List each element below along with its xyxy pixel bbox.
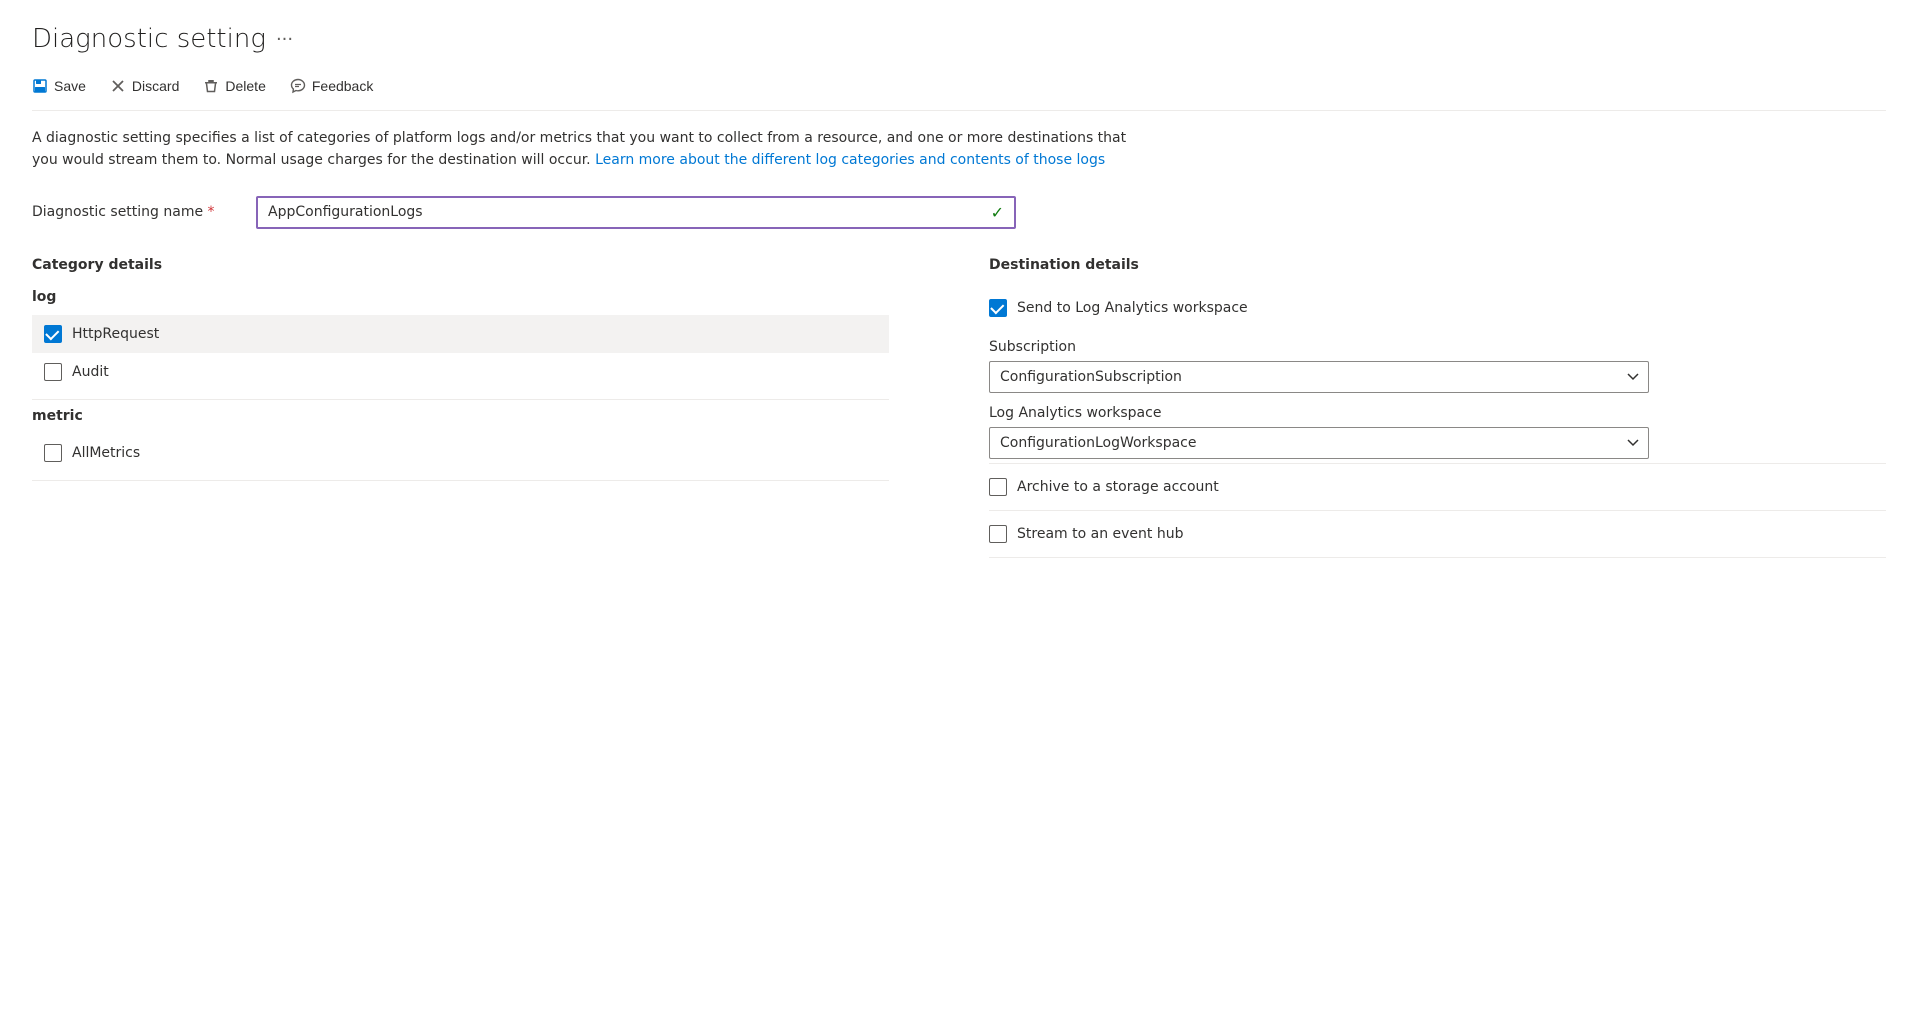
log-analytics-label: Send to Log Analytics workspace: [1017, 300, 1248, 316]
delete-button[interactable]: Delete: [203, 74, 265, 98]
setting-name-input[interactable]: [268, 204, 983, 220]
save-label: Save: [54, 78, 86, 94]
storage-account-row: Archive to a storage account: [989, 468, 1886, 506]
subscription-label: Subscription: [989, 339, 1886, 355]
workspace-select-wrapper: ConfigurationLogWorkspace: [989, 427, 1649, 459]
storage-account-item: Archive to a storage account: [989, 468, 1886, 506]
log-analytics-checkbox[interactable]: [989, 299, 1007, 317]
httprequest-checkbox[interactable]: [44, 325, 62, 343]
log-analytics-row: Send to Log Analytics workspace: [989, 289, 1886, 327]
workspace-select[interactable]: ConfigurationLogWorkspace: [989, 427, 1649, 459]
audit-label: Audit: [72, 364, 109, 380]
input-valid-icon: ✓: [991, 203, 1004, 222]
setting-name-row: Diagnostic setting name * ✓: [32, 196, 1886, 229]
delete-label: Delete: [225, 78, 265, 94]
setting-name-label: Diagnostic setting name *: [32, 204, 232, 220]
audit-checkbox[interactable]: [44, 363, 62, 381]
event-hub-item: Stream to an event hub: [989, 515, 1886, 553]
log-group-label: log: [32, 289, 889, 305]
allmetrics-label: AllMetrics: [72, 445, 140, 461]
dest-divider-1: [989, 463, 1886, 464]
audit-row: Audit: [32, 353, 889, 391]
subscription-select[interactable]: ConfigurationSubscription: [989, 361, 1649, 393]
delete-icon: [203, 78, 219, 94]
event-hub-checkbox[interactable]: [989, 525, 1007, 543]
save-button[interactable]: Save: [32, 74, 86, 98]
save-icon: [32, 78, 48, 94]
httprequest-row: HttpRequest: [32, 315, 889, 353]
log-analytics-item: Send to Log Analytics workspace Subscrip…: [989, 289, 1886, 459]
dest-divider-2: [989, 510, 1886, 511]
event-hub-label: Stream to an event hub: [1017, 526, 1183, 542]
httprequest-label: HttpRequest: [72, 326, 159, 342]
destination-details-title: Destination details: [989, 257, 1886, 273]
required-indicator: *: [208, 204, 215, 220]
discard-icon: [110, 78, 126, 94]
workspace-label: Log Analytics workspace: [989, 405, 1886, 421]
metric-group-label: metric: [32, 408, 889, 424]
page-title: Diagnostic setting: [32, 24, 266, 54]
main-content: Category details log HttpRequest Audit m…: [32, 257, 1886, 562]
toolbar: Save Discard Delete Feedback: [32, 74, 1886, 111]
dest-divider-3: [989, 557, 1886, 558]
feedback-icon: [290, 78, 306, 94]
destination-details-section: Destination details Send to Log Analytic…: [989, 257, 1886, 562]
subscription-select-wrapper: ConfigurationSubscription: [989, 361, 1649, 393]
description-link[interactable]: Learn more about the different log categ…: [595, 152, 1105, 168]
metric-end-divider: [32, 480, 889, 481]
page-title-ellipsis: ···: [276, 29, 293, 50]
feedback-button[interactable]: Feedback: [290, 74, 373, 98]
discard-label: Discard: [132, 78, 179, 94]
discard-button[interactable]: Discard: [110, 74, 179, 98]
allmetrics-checkbox[interactable]: [44, 444, 62, 462]
description: A diagnostic setting specifies a list of…: [32, 127, 1132, 172]
log-metric-divider: [32, 399, 889, 400]
storage-account-checkbox[interactable]: [989, 478, 1007, 496]
event-hub-row: Stream to an event hub: [989, 515, 1886, 553]
setting-name-input-wrapper: ✓: [256, 196, 1016, 229]
page-title-container: Diagnostic setting ···: [32, 24, 1886, 54]
allmetrics-row: AllMetrics: [32, 434, 889, 472]
category-details-title: Category details: [32, 257, 889, 273]
feedback-label: Feedback: [312, 78, 373, 94]
category-details-section: Category details log HttpRequest Audit m…: [32, 257, 929, 562]
storage-account-label: Archive to a storage account: [1017, 479, 1219, 495]
